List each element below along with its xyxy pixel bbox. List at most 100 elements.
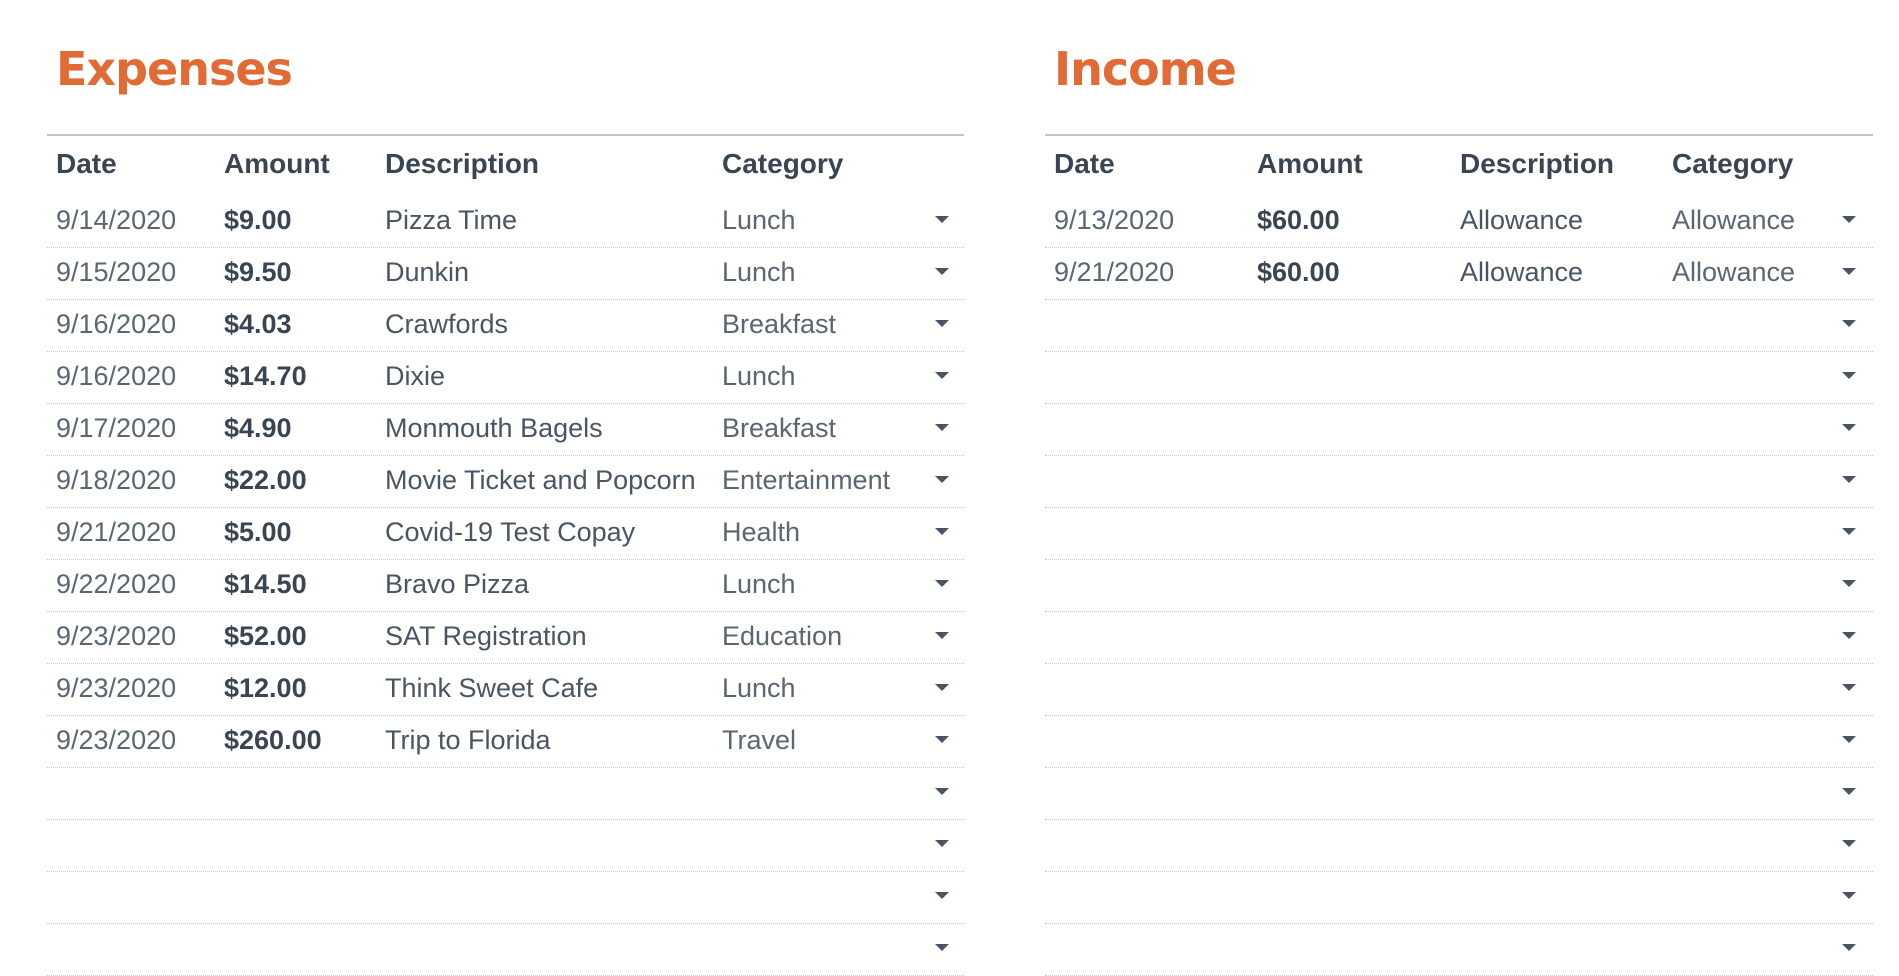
amount-cell[interactable]: $52.00 — [224, 621, 307, 652]
table-row[interactable] — [1045, 924, 1873, 976]
description-cell[interactable]: Bravo Pizza — [385, 569, 529, 600]
column-header-category[interactable]: Category — [1672, 148, 1793, 180]
column-header-description[interactable]: Description — [385, 148, 539, 180]
category-cell[interactable]: Lunch — [722, 569, 796, 600]
description-cell[interactable]: Pizza Time — [385, 205, 517, 236]
chevron-down-icon[interactable] — [935, 528, 949, 535]
chevron-down-icon[interactable] — [1842, 268, 1856, 275]
table-row[interactable] — [1045, 404, 1873, 456]
chevron-down-icon[interactable] — [935, 580, 949, 587]
table-row[interactable] — [1045, 820, 1873, 872]
table-row[interactable] — [1045, 716, 1873, 768]
category-cell[interactable]: Health — [722, 517, 800, 548]
table-row[interactable]: 9/23/2020 $52.00 SAT Registration Education — [47, 612, 964, 664]
table-row[interactable] — [1045, 664, 1873, 716]
table-row[interactable] — [1045, 352, 1873, 404]
date-cell[interactable]: 9/21/2020 — [56, 517, 176, 548]
description-cell[interactable]: SAT Registration — [385, 621, 587, 652]
amount-cell[interactable]: $60.00 — [1257, 205, 1340, 236]
table-row[interactable]: 9/23/2020 $12.00 Think Sweet Cafe Lunch — [47, 664, 964, 716]
chevron-down-icon[interactable] — [935, 268, 949, 275]
chevron-down-icon[interactable] — [935, 840, 949, 847]
category-cell[interactable]: Lunch — [722, 257, 796, 288]
column-header-amount[interactable]: Amount — [1257, 148, 1363, 180]
table-row[interactable] — [47, 820, 964, 872]
chevron-down-icon[interactable] — [935, 476, 949, 483]
table-row[interactable] — [1045, 508, 1873, 560]
date-cell[interactable]: 9/16/2020 — [56, 361, 176, 392]
table-row[interactable]: 9/18/2020 $22.00 Movie Ticket and Popcorn E… — [47, 456, 964, 508]
date-cell[interactable]: 9/13/2020 — [1054, 205, 1174, 236]
table-row[interactable] — [1045, 560, 1873, 612]
description-cell[interactable]: Think Sweet Cafe — [385, 673, 598, 704]
description-cell[interactable]: Trip to Florida — [385, 725, 551, 756]
amount-cell[interactable]: $4.90 — [224, 413, 292, 444]
chevron-down-icon[interactable] — [1842, 840, 1856, 847]
amount-cell[interactable]: $9.50 — [224, 257, 292, 288]
date-cell[interactable]: 9/15/2020 — [56, 257, 176, 288]
table-row[interactable]: 9/16/2020 $4.03 Crawfords Breakfast — [47, 300, 964, 352]
table-row[interactable] — [47, 924, 964, 976]
category-cell[interactable]: Lunch — [722, 673, 796, 704]
category-cell[interactable]: Breakfast — [722, 309, 836, 340]
date-cell[interactable]: 9/21/2020 — [1054, 257, 1174, 288]
table-row[interactable]: 9/22/2020 $14.50 Bravo Pizza Lunch — [47, 560, 964, 612]
chevron-down-icon[interactable] — [935, 372, 949, 379]
chevron-down-icon[interactable] — [1842, 528, 1856, 535]
chevron-down-icon[interactable] — [1842, 788, 1856, 795]
description-cell[interactable]: Allowance — [1460, 205, 1583, 236]
date-cell[interactable]: 9/22/2020 — [56, 569, 176, 600]
table-row[interactable]: 9/14/2020 $9.00 Pizza Time Lunch — [47, 196, 964, 248]
table-row[interactable]: 9/16/2020 $14.70 Dixie Lunch — [47, 352, 964, 404]
amount-cell[interactable]: $14.50 — [224, 569, 307, 600]
chevron-down-icon[interactable] — [1842, 216, 1856, 223]
table-row[interactable]: 9/17/2020 $4.90 Monmouth Bagels Breakfast — [47, 404, 964, 456]
amount-cell[interactable]: $9.00 — [224, 205, 292, 236]
chevron-down-icon[interactable] — [935, 788, 949, 795]
table-row[interactable]: 9/13/2020 $60.00 Allowance Allowance — [1045, 196, 1873, 248]
category-cell[interactable]: Education — [722, 621, 842, 652]
date-cell[interactable]: 9/18/2020 — [56, 465, 176, 496]
description-cell[interactable]: Crawfords — [385, 309, 508, 340]
table-row[interactable] — [1045, 456, 1873, 508]
table-row[interactable] — [1045, 612, 1873, 664]
category-cell[interactable]: Entertainment — [722, 465, 890, 496]
date-cell[interactable]: 9/17/2020 — [56, 413, 176, 444]
amount-cell[interactable]: $12.00 — [224, 673, 307, 704]
chevron-down-icon[interactable] — [1842, 320, 1856, 327]
date-cell[interactable]: 9/23/2020 — [56, 725, 176, 756]
chevron-down-icon[interactable] — [935, 424, 949, 431]
date-cell[interactable]: 9/16/2020 — [56, 309, 176, 340]
chevron-down-icon[interactable] — [1842, 684, 1856, 691]
category-cell[interactable]: Lunch — [722, 361, 796, 392]
table-row[interactable]: 9/15/2020 $9.50 Dunkin Lunch — [47, 248, 964, 300]
table-row[interactable] — [47, 872, 964, 924]
chevron-down-icon[interactable] — [1842, 580, 1856, 587]
description-cell[interactable]: Dunkin — [385, 257, 469, 288]
date-cell[interactable]: 9/23/2020 — [56, 621, 176, 652]
date-cell[interactable]: 9/23/2020 — [56, 673, 176, 704]
table-row[interactable]: 9/21/2020 $60.00 Allowance Allowance — [1045, 248, 1873, 300]
chevron-down-icon[interactable] — [1842, 944, 1856, 951]
amount-cell[interactable]: $260.00 — [224, 725, 322, 756]
category-cell[interactable]: Allowance — [1672, 257, 1795, 288]
column-header-date[interactable]: Date — [56, 148, 117, 180]
description-cell[interactable]: Covid-19 Test Copay — [385, 517, 635, 548]
chevron-down-icon[interactable] — [935, 736, 949, 743]
description-cell[interactable]: Dixie — [385, 361, 445, 392]
column-header-amount[interactable]: Amount — [224, 148, 330, 180]
table-row[interactable]: 9/23/2020 $260.00 Trip to Florida Travel — [47, 716, 964, 768]
chevron-down-icon[interactable] — [935, 892, 949, 899]
chevron-down-icon[interactable] — [935, 944, 949, 951]
chevron-down-icon[interactable] — [935, 684, 949, 691]
table-row[interactable] — [1045, 768, 1873, 820]
amount-cell[interactable]: $5.00 — [224, 517, 292, 548]
amount-cell[interactable]: $22.00 — [224, 465, 307, 496]
chevron-down-icon[interactable] — [935, 320, 949, 327]
column-header-description[interactable]: Description — [1460, 148, 1614, 180]
category-cell[interactable]: Breakfast — [722, 413, 836, 444]
column-header-date[interactable]: Date — [1054, 148, 1115, 180]
category-cell[interactable]: Travel — [722, 725, 796, 756]
category-cell[interactable]: Lunch — [722, 205, 796, 236]
chevron-down-icon[interactable] — [1842, 424, 1856, 431]
